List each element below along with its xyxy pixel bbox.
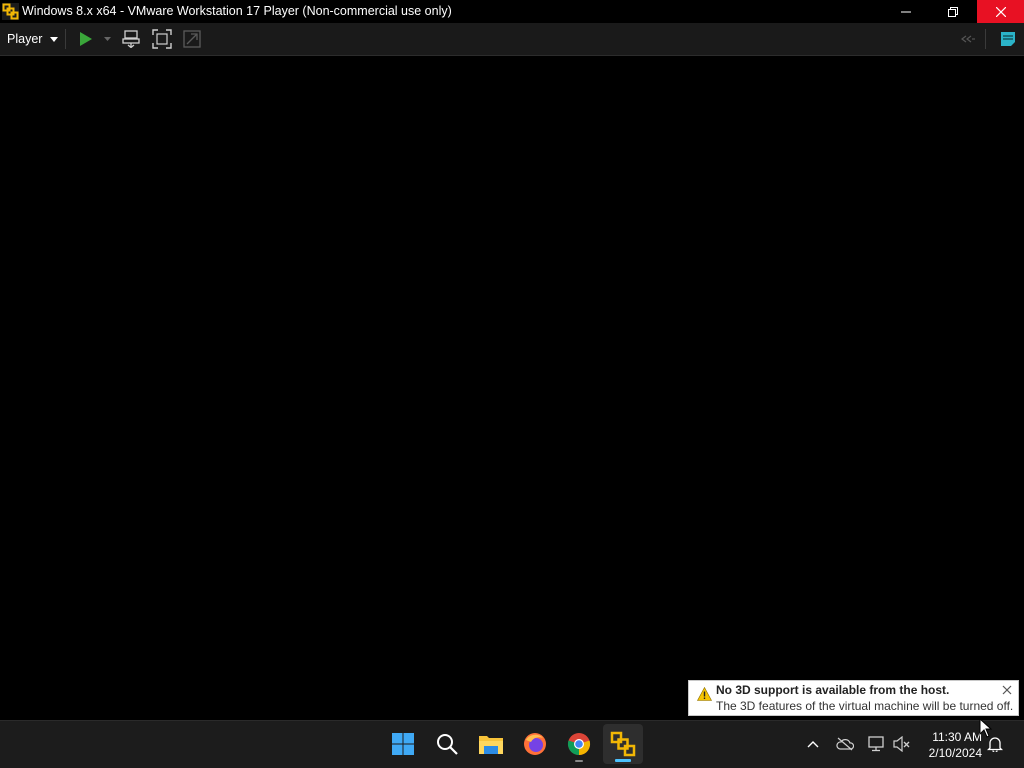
unity-icon <box>183 30 201 48</box>
power-options-dropdown[interactable] <box>100 27 114 51</box>
close-button[interactable] <box>977 0 1024 23</box>
toolbar-divider <box>65 29 66 49</box>
send-ctrl-alt-del-button[interactable] <box>120 27 144 51</box>
full-screen-icon <box>152 29 172 49</box>
active-indicator <box>615 759 631 762</box>
vmware-icon <box>610 731 636 757</box>
title-bar: Windows 8.x x64 - VMware Workstation 17 … <box>0 0 1024 23</box>
collapse-toolbar-icon <box>961 35 975 43</box>
chevron-down-icon <box>50 36 59 42</box>
start-button[interactable] <box>383 724 423 764</box>
play-icon <box>80 32 92 46</box>
onedrive-tray-button[interactable] <box>833 731 857 757</box>
network-tray-button[interactable] <box>865 731 889 757</box>
clock-time: 11:30 AM <box>932 730 982 744</box>
file-explorer-icon <box>479 736 503 754</box>
chrome-icon <box>567 733 591 756</box>
notification-title: No 3D support is available from the host… <box>716 683 950 697</box>
message-log-icon <box>1001 32 1015 46</box>
notification-message: The 3D features of the virtual machine w… <box>716 699 1014 713</box>
search-icon <box>437 734 458 755</box>
toolbar-divider-right <box>985 29 986 49</box>
onedrive-offline-icon <box>836 737 854 751</box>
power-on-button[interactable] <box>76 27 96 51</box>
firefox-icon <box>524 733 546 755</box>
file-explorer-button[interactable] <box>471 724 511 764</box>
player-menu-button[interactable]: Player <box>2 26 60 52</box>
play-dropdown-icon <box>103 37 111 41</box>
vmware-app-icon[interactable] <box>2 3 19 20</box>
firefox-button[interactable] <box>515 724 555 764</box>
warning-icon <box>697 687 712 701</box>
window-title: Windows 8.x x64 - VMware Workstation 17 … <box>22 4 452 18</box>
chrome-button[interactable] <box>559 724 599 764</box>
player-menu-label: Player <box>7 32 43 46</box>
close-icon <box>995 6 1006 17</box>
windows-taskbar: 11:30 AM 2/10/2024 <box>0 720 1024 768</box>
volume-tray-button[interactable] <box>890 731 914 757</box>
show-hidden-icons-icon <box>807 741 819 748</box>
show-hidden-icons-button[interactable] <box>801 731 825 757</box>
search-button[interactable] <box>427 724 467 764</box>
volume-muted-icon <box>893 736 910 752</box>
unity-button[interactable] <box>180 27 204 51</box>
clock-date: 2/10/2024 <box>928 746 982 760</box>
message-log-button[interactable] <box>996 27 1020 51</box>
send-ctrl-alt-del-icon <box>122 30 140 48</box>
network-icon <box>868 736 884 752</box>
restore-icon <box>947 6 958 17</box>
notification-bell-icon <box>987 737 1003 752</box>
close-icon[interactable] <box>1001 684 1013 696</box>
restore-button[interactable] <box>929 0 976 23</box>
no-3d-support-notification: No 3D support is available from the host… <box>688 680 1019 716</box>
vmware-taskbar-button[interactable] <box>603 724 643 764</box>
minimize-icon <box>900 11 911 12</box>
collapse-toolbar-button[interactable] <box>958 27 978 51</box>
running-indicator <box>575 760 583 762</box>
player-toolbar: Player <box>0 23 1024 56</box>
mouse-cursor-icon <box>979 718 993 738</box>
minimize-button[interactable] <box>882 0 929 23</box>
virtual-machine-display[interactable] <box>0 56 1024 720</box>
full-screen-button[interactable] <box>150 27 174 51</box>
start-icon <box>392 733 414 755</box>
